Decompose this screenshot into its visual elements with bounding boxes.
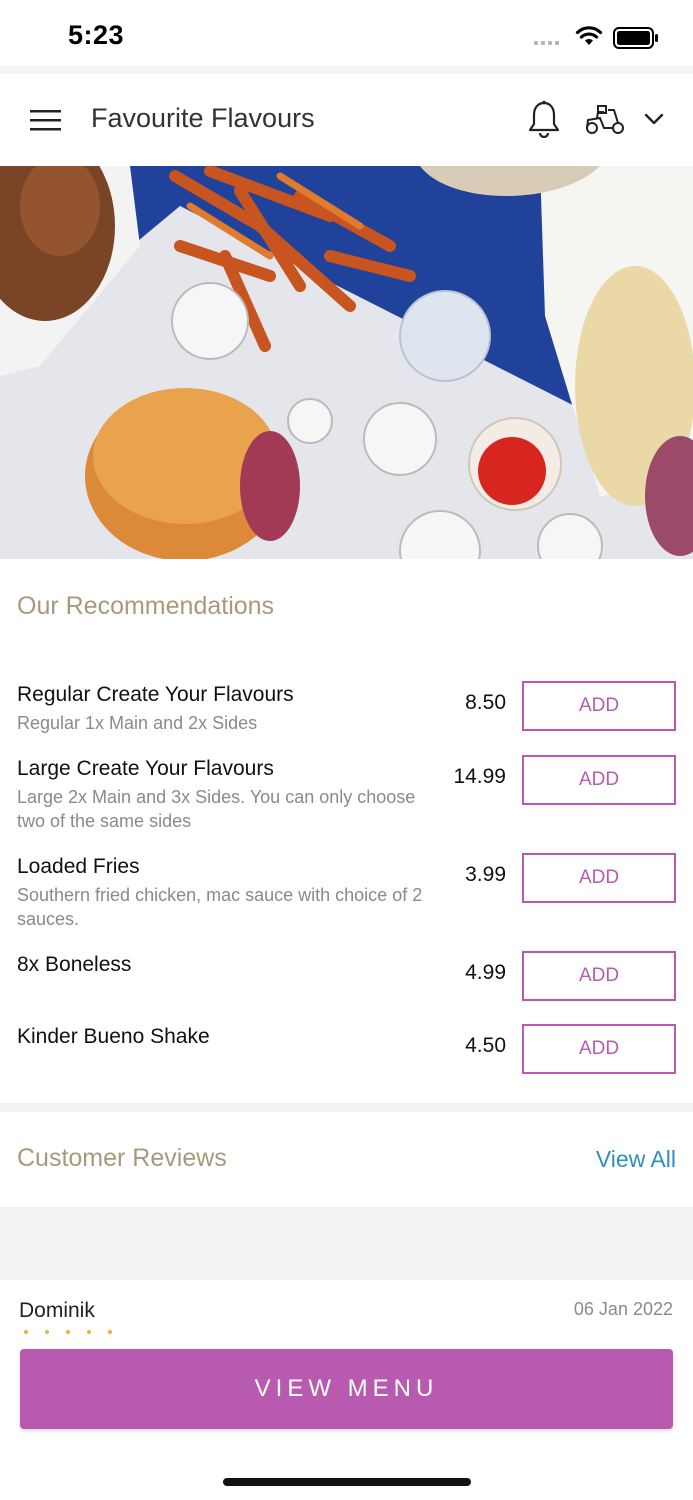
menu-icon[interactable] (30, 110, 62, 132)
status-time: 5:23 (68, 20, 125, 50)
view-menu-button[interactable]: VIEW MENU (20, 1349, 673, 1429)
add-button[interactable]: ADD (522, 853, 676, 903)
star-icon (24, 1330, 28, 1334)
cellular-signal-icon (534, 41, 559, 45)
status-bar: 5:23 (0, 0, 693, 74)
item-description: Large 2x Main and 3x Sides. You can only… (17, 787, 416, 831)
item-name: Kinder Bueno Shake (17, 1025, 210, 1048)
chevron-down-icon[interactable] (644, 112, 664, 126)
reviews-spacer (0, 1207, 693, 1280)
app-header: Favourite Flavours (0, 74, 693, 166)
restaurant-title: Favourite Flavours (91, 103, 315, 133)
reviewer-name: Dominik (19, 1299, 95, 1322)
star-icon (108, 1330, 112, 1334)
item-price: 3.99 (465, 863, 506, 886)
recommendations-title: Our Recommendations (17, 592, 275, 620)
wifi-icon (575, 26, 603, 45)
add-button[interactable]: ADD (522, 1024, 676, 1074)
bell-icon[interactable] (527, 100, 561, 138)
item-description: Regular 1x Main and 2x Sides (17, 713, 258, 733)
star-icon (45, 1330, 49, 1334)
star-icon (87, 1330, 91, 1334)
scooter-icon[interactable] (584, 104, 626, 136)
star-icon (66, 1330, 70, 1334)
home-indicator (223, 1478, 471, 1486)
add-button[interactable]: ADD (522, 755, 676, 805)
item-price: 4.99 (465, 961, 506, 984)
item-price: 4.50 (465, 1034, 506, 1057)
header-divider (0, 66, 693, 74)
view-all-reviews-link[interactable]: View All (596, 1146, 676, 1173)
item-description: Southern fried chicken, mac sauce with c… (17, 885, 423, 929)
hero-food-image (0, 166, 693, 559)
item-name: Loaded Fries (17, 855, 140, 878)
item-name: Large Create Your Flavours (17, 757, 274, 780)
star-rating (24, 1330, 112, 1334)
reviews-title: Customer Reviews (17, 1144, 227, 1172)
add-button[interactable]: ADD (522, 681, 676, 731)
item-name: Regular Create Your Flavours (17, 683, 294, 706)
section-divider (0, 1103, 693, 1112)
item-name: 8x Boneless (17, 953, 132, 976)
item-price: 14.99 (453, 765, 506, 788)
add-button[interactable]: ADD (522, 951, 676, 1001)
review-date: 06 Jan 2022 (573, 1299, 673, 1319)
item-price: 8.50 (465, 691, 506, 714)
battery-icon (613, 27, 658, 49)
